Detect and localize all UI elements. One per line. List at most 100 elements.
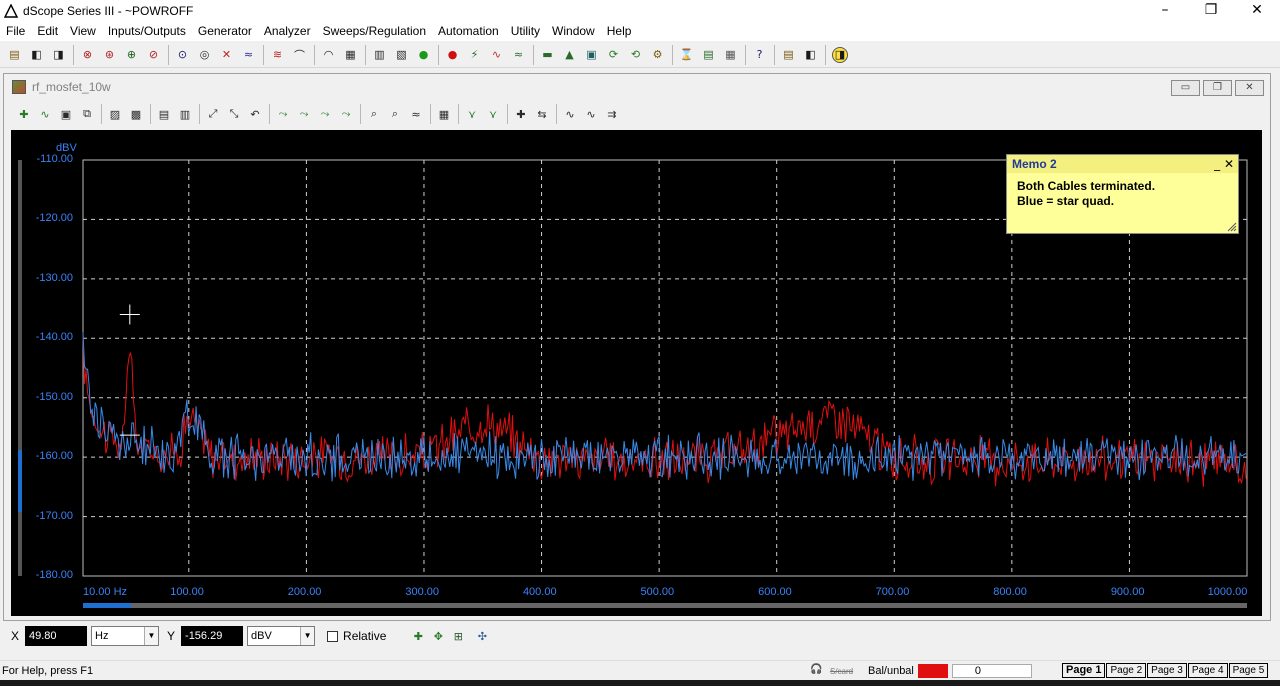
- wave-b-icon[interactable]: ∿: [581, 104, 601, 124]
- add-trace-icon[interactable]: ✚: [14, 104, 34, 124]
- output-off-icon[interactable]: ⊗: [77, 45, 98, 65]
- chevron-down-icon[interactable]: ▼: [300, 627, 315, 645]
- marker-c-icon[interactable]: ≈: [406, 104, 426, 124]
- macro-icon[interactable]: ▦: [720, 45, 741, 65]
- page-tab-page-1[interactable]: Page 1: [1062, 663, 1106, 678]
- zoom-back-icon[interactable]: ↶: [245, 104, 265, 124]
- print-icon[interactable]: ◧: [800, 45, 821, 65]
- menu-sweeps-regulation[interactable]: Sweeps/Regulation: [317, 21, 432, 41]
- run-fast-icon[interactable]: ▤: [698, 45, 719, 65]
- red-record-icon[interactable]: ⚡: [464, 45, 485, 65]
- save-all-icon[interactable]: ◨: [48, 45, 69, 65]
- marker-a-icon[interactable]: ⌕: [364, 104, 384, 124]
- copy-icon[interactable]: ⧉: [77, 104, 97, 124]
- input-icon[interactable]: ⊙: [172, 45, 193, 65]
- minimize-icon[interactable]: –: [1142, 0, 1188, 21]
- trace-4-icon[interactable]: ⟳: [603, 45, 624, 65]
- meter-2-icon[interactable]: ▧: [391, 45, 412, 65]
- trace-a-icon[interactable]: ⤳: [273, 104, 293, 124]
- mute-icon[interactable]: ≈: [238, 45, 259, 65]
- y-value-field[interactable]: -156.29: [181, 626, 244, 646]
- x-unit-select[interactable]: Hz ▼: [91, 626, 160, 646]
- save-icon[interactable]: ◧: [26, 45, 47, 65]
- move-cursor-icon[interactable]: ✥: [428, 626, 448, 646]
- menu-inputs-outputs[interactable]: Inputs/Outputs: [102, 21, 192, 41]
- wave-a-icon[interactable]: ∿: [560, 104, 580, 124]
- green-dot-icon[interactable]: ●: [442, 45, 463, 65]
- page-tab-page-4[interactable]: Page 4: [1187, 663, 1228, 678]
- marker-b-icon[interactable]: ⌕: [385, 104, 405, 124]
- memo-minimize-icon[interactable]: _: [1214, 157, 1220, 171]
- child-minimize-icon[interactable]: ▭: [1171, 80, 1200, 96]
- report-icon[interactable]: ▤: [778, 45, 799, 65]
- graph-edit-icon[interactable]: ▩: [126, 104, 146, 124]
- cursor-settings-icon[interactable]: ✣: [472, 626, 492, 646]
- sweep-stop-icon[interactable]: ≈: [508, 45, 529, 65]
- trace-5-icon[interactable]: ⟲: [625, 45, 646, 65]
- properties-icon[interactable]: ▦: [434, 104, 454, 124]
- page-tab-page-2[interactable]: Page 2: [1106, 663, 1147, 678]
- scope-icon[interactable]: ◠: [318, 45, 339, 65]
- trace-1-icon[interactable]: ▬: [537, 45, 558, 65]
- table-icon[interactable]: ▤: [154, 104, 174, 124]
- trace-b-icon[interactable]: ⤳: [294, 104, 314, 124]
- menu-file[interactable]: File: [0, 21, 31, 41]
- page-tab-page-5[interactable]: Page 5: [1228, 663, 1269, 678]
- graph-icon[interactable]: ⚙: [647, 45, 668, 65]
- close-icon[interactable]: ✕: [1234, 0, 1280, 21]
- menu-view[interactable]: View: [64, 21, 102, 41]
- x-scrollbar[interactable]: [83, 603, 1247, 608]
- meter-1-icon[interactable]: ▥: [369, 45, 390, 65]
- chevron-down-icon[interactable]: ▼: [144, 627, 159, 645]
- cursor-b-icon[interactable]: ⋎: [483, 104, 503, 124]
- cursor-grid-icon[interactable]: ⊞: [448, 626, 468, 646]
- open-icon[interactable]: ▤: [4, 45, 25, 65]
- generator-b-icon[interactable]: ⊘: [143, 45, 164, 65]
- menu-analyzer[interactable]: Analyzer: [258, 21, 317, 41]
- trace-2-icon[interactable]: ▲: [559, 45, 580, 65]
- memo-body[interactable]: Both Cables terminated. Blue = star quad…: [1007, 173, 1238, 215]
- relative-checkbox[interactable]: [327, 630, 339, 642]
- analyzer-a-icon[interactable]: ≋: [267, 45, 288, 65]
- meter-3-icon[interactable]: ●: [413, 45, 434, 65]
- analyzer-b-icon[interactable]: ⌒: [289, 45, 310, 65]
- wave-c-icon[interactable]: ⇉: [602, 104, 622, 124]
- cursor-link-icon[interactable]: ⇆: [532, 104, 552, 124]
- menu-window[interactable]: Window: [546, 21, 601, 41]
- sweep-icon[interactable]: ∿: [486, 45, 507, 65]
- add-cursor-icon[interactable]: ✚: [511, 104, 531, 124]
- save-trace-icon[interactable]: ▣: [56, 104, 76, 124]
- page-tab-page-3[interactable]: Page 3: [1147, 663, 1187, 678]
- menu-utility[interactable]: Utility: [505, 21, 546, 41]
- headphone-icon[interactable]: ✕: [216, 45, 237, 65]
- trace-3-icon[interactable]: ▣: [581, 45, 602, 65]
- help-icon[interactable]: ◨: [832, 46, 848, 63]
- y-unit-select[interactable]: dBV ▼: [247, 626, 316, 646]
- graph-panel[interactable]: dBV -110.00 -120.00 -130.00 -140.00 -150.00-…: [11, 130, 1262, 616]
- child-restore-icon[interactable]: ❐: [1203, 80, 1232, 96]
- output-icon[interactable]: ⊛: [99, 45, 120, 65]
- cursor-a-icon[interactable]: ⋎: [462, 104, 482, 124]
- table-b-icon[interactable]: ▥: [175, 104, 195, 124]
- trace-c-icon[interactable]: ⤳: [315, 104, 335, 124]
- trace-d-icon[interactable]: ⤳: [336, 104, 356, 124]
- zoom-x-icon[interactable]: ⤡: [224, 104, 244, 124]
- menu-edit[interactable]: Edit: [31, 21, 64, 41]
- memo-title-bar[interactable]: Memo 2 _ ✕: [1007, 155, 1238, 173]
- menu-help[interactable]: Help: [601, 21, 638, 41]
- run-icon[interactable]: ⌛: [676, 45, 697, 65]
- memo-note[interactable]: Memo 2 _ ✕ Both Cables terminated. Blue …: [1006, 154, 1239, 234]
- restore-icon[interactable]: ❐: [1188, 0, 1234, 21]
- zoom-fit-icon[interactable]: ⤢: [203, 104, 223, 124]
- menu-generator[interactable]: Generator: [192, 21, 258, 41]
- trace-icon[interactable]: ∿: [35, 104, 55, 124]
- x-value-field[interactable]: 49.80: [25, 626, 88, 646]
- filter-icon[interactable]: ?: [749, 45, 770, 65]
- add-cursor-icon[interactable]: ✚: [408, 626, 428, 646]
- generator-a-icon[interactable]: ⊕: [121, 45, 142, 65]
- resize-grip-icon[interactable]: [1227, 222, 1237, 232]
- graph-view-icon[interactable]: ▨: [105, 104, 125, 124]
- menu-automation[interactable]: Automation: [432, 21, 505, 41]
- input-on-icon[interactable]: ◎: [194, 45, 215, 65]
- child-close-icon[interactable]: ✕: [1235, 80, 1264, 96]
